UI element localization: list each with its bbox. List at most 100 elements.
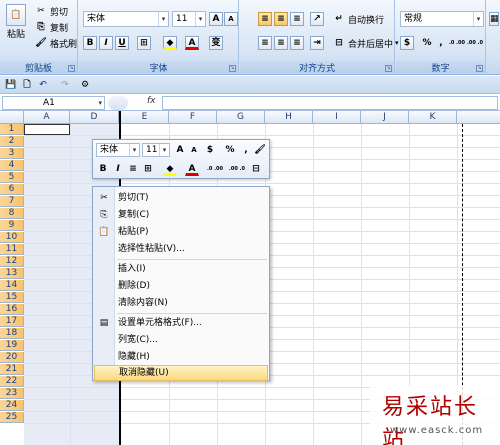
row-header[interactable]: 21: [0, 364, 24, 375]
align-left-button[interactable]: ≡: [258, 36, 272, 50]
mini-shrink-font-button[interactable]: A: [187, 143, 201, 157]
wrap-text-button[interactable]: ↵ 自动换行: [332, 12, 384, 26]
column-header[interactable]: I: [313, 111, 361, 124]
customize-qat-button[interactable]: ⚙: [78, 78, 92, 92]
mini-font-color-button[interactable]: A: [185, 162, 199, 176]
number-format-select[interactable]: 常规 ▾: [400, 11, 484, 27]
row-header[interactable]: 20: [0, 352, 24, 363]
grow-font-button[interactable]: A: [209, 12, 223, 26]
column-header[interactable]: G: [217, 111, 265, 124]
mini-font-size-select[interactable]: 11 ▾: [142, 143, 170, 157]
font-size-select[interactable]: 11 ▾: [172, 11, 206, 27]
mini-center-button[interactable]: ≡: [126, 162, 140, 176]
underline-button[interactable]: U: [115, 36, 129, 50]
row-header[interactable]: 5: [0, 172, 24, 183]
active-cell[interactable]: [24, 124, 70, 135]
menu-item-format-cells[interactable]: ▤ 设置单元格格式(F)...: [94, 315, 268, 331]
styles-button[interactable]: ▦: [489, 12, 499, 26]
mini-border-button[interactable]: ⊞: [141, 162, 155, 176]
redo-button[interactable]: ↷: [58, 78, 72, 92]
column-header-extra[interactable]: [457, 111, 500, 124]
format-painter-button[interactable]: 🖌 格式刷: [34, 36, 77, 50]
column-header[interactable]: A: [24, 111, 70, 124]
row-header[interactable]: 15: [0, 292, 24, 303]
row-header[interactable]: 8: [0, 208, 24, 219]
percent-button[interactable]: %: [420, 36, 434, 50]
alignment-launcher-icon[interactable]: ↘: [385, 65, 392, 72]
border-button[interactable]: ⊞: [137, 36, 151, 50]
cut-button[interactable]: ✂ 剪切: [34, 4, 68, 18]
paste-button[interactable]: 📋 粘贴: [6, 4, 26, 40]
currency-button[interactable]: $: [400, 36, 414, 50]
align-bottom-button[interactable]: ≡: [290, 12, 304, 26]
mini-increase-decimal-button[interactable]: .0 .00: [205, 162, 225, 176]
menu-item-column-width[interactable]: 列宽(C)...: [94, 332, 268, 348]
row-header[interactable]: 25: [0, 412, 24, 423]
menu-item-unhide[interactable]: 取消隐藏(U): [94, 365, 268, 381]
row-header[interactable]: 1: [0, 124, 24, 135]
mini-font-name-select[interactable]: 宋体 ▾: [96, 143, 140, 157]
row-header[interactable]: 7: [0, 196, 24, 207]
row-header[interactable]: 11: [0, 244, 24, 255]
mini-format-painter-button[interactable]: 🖌: [253, 143, 267, 157]
column-header[interactable]: F: [169, 111, 217, 124]
mini-currency-button[interactable]: $: [203, 143, 217, 157]
row-header[interactable]: 6: [0, 184, 24, 195]
row-header[interactable]: 10: [0, 232, 24, 243]
align-center-button[interactable]: ≡: [274, 36, 288, 50]
row-header[interactable]: 2: [0, 136, 24, 147]
menu-item-delete[interactable]: 删除(D): [94, 278, 268, 294]
font-name-select[interactable]: 宋体 ▾: [83, 11, 169, 27]
align-middle-button[interactable]: ≡: [274, 12, 288, 26]
row-header[interactable]: 23: [0, 388, 24, 399]
font-color-button[interactable]: A: [185, 36, 199, 50]
indent-button[interactable]: ⇥: [310, 36, 324, 50]
mini-italic-button[interactable]: I: [111, 162, 125, 176]
row-header[interactable]: 22: [0, 376, 24, 387]
shrink-font-button[interactable]: A: [224, 12, 238, 26]
formula-input[interactable]: [162, 96, 498, 110]
save-button[interactable]: 💾: [4, 78, 18, 92]
italic-button[interactable]: I: [99, 36, 113, 50]
column-header[interactable]: E: [121, 111, 169, 124]
align-top-button[interactable]: ≡: [258, 12, 272, 26]
name-box[interactable]: A1 ▾: [2, 96, 105, 110]
row-header[interactable]: 16: [0, 304, 24, 315]
formula-divider-handle[interactable]: [108, 96, 128, 110]
row-header[interactable]: 3: [0, 148, 24, 159]
row-header[interactable]: 17: [0, 316, 24, 327]
row-header[interactable]: 19: [0, 340, 24, 351]
menu-item-clear-contents[interactable]: 清除内容(N): [94, 295, 268, 311]
bold-button[interactable]: B: [83, 36, 97, 50]
select-all-corner[interactable]: [0, 111, 24, 124]
phonetic-button[interactable]: 变: [209, 36, 223, 50]
menu-item-insert[interactable]: 插入(I): [94, 261, 268, 277]
row-header[interactable]: 14: [0, 280, 24, 291]
mini-percent-button[interactable]: %: [223, 143, 237, 157]
menu-item-paste-special[interactable]: 选择性粘贴(V)...: [94, 241, 268, 257]
insert-function-button[interactable]: fx: [147, 96, 156, 106]
column-header[interactable]: J: [361, 111, 409, 124]
row-header[interactable]: 12: [0, 256, 24, 267]
mini-merge-button[interactable]: ⊟: [249, 162, 263, 176]
mini-bold-button[interactable]: B: [96, 162, 110, 176]
mini-grow-font-button[interactable]: A: [173, 143, 187, 157]
align-right-button[interactable]: ≡: [290, 36, 304, 50]
new-button[interactable]: 🗋: [20, 78, 34, 92]
row-header[interactable]: 18: [0, 328, 24, 339]
column-header[interactable]: D: [70, 111, 119, 124]
menu-item-hide[interactable]: 隐藏(H): [94, 349, 268, 365]
column-header[interactable]: H: [265, 111, 313, 124]
mini-comma-button[interactable]: ,: [239, 143, 253, 157]
column-header[interactable]: K: [409, 111, 457, 124]
row-header[interactable]: 9: [0, 220, 24, 231]
decrease-decimal-button[interactable]: .00 .0: [466, 36, 484, 50]
font-launcher-icon[interactable]: ↘: [229, 65, 236, 72]
clipboard-launcher-icon[interactable]: ↘: [68, 65, 75, 72]
row-header[interactable]: 4: [0, 160, 24, 171]
row-header[interactable]: 13: [0, 268, 24, 279]
menu-item-paste[interactable]: 📋 粘贴(P): [94, 224, 268, 240]
menu-item-cut[interactable]: ✂ 剪切(T): [94, 190, 268, 206]
fill-color-button[interactable]: ◆: [163, 36, 177, 50]
increase-decimal-button[interactable]: .0 .00: [448, 36, 466, 50]
